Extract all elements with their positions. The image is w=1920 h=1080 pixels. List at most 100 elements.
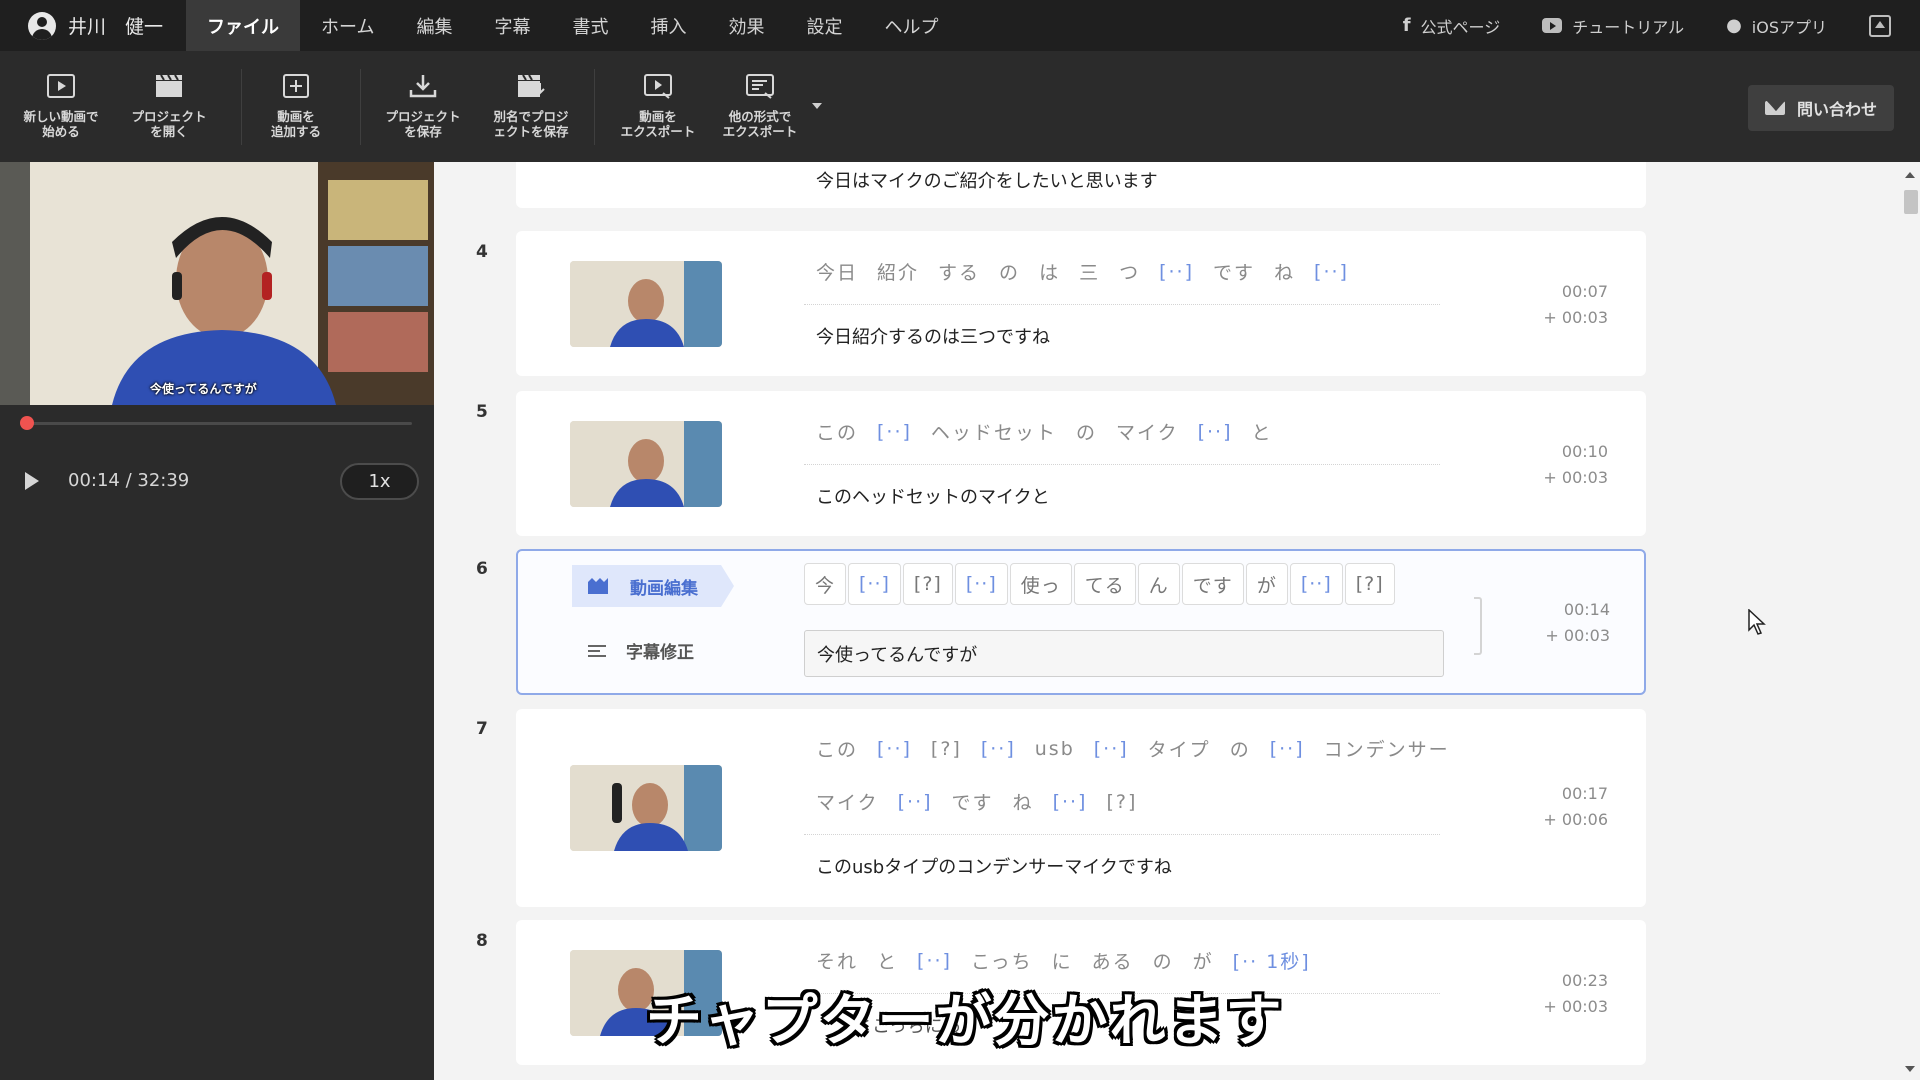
tab-format[interactable]: 書式 — [551, 0, 629, 51]
word-token[interactable]: が — [1193, 947, 1214, 974]
pause-token[interactable]: [··] — [1159, 261, 1194, 283]
word-token[interactable]: ね — [1274, 258, 1295, 285]
word-token[interactable]: に — [1052, 947, 1073, 974]
subtitle-row-selected[interactable]: 動画編集 字幕修正 今 [··] [?] [··] 使っ てる ん です が [… — [516, 549, 1646, 695]
pause-token[interactable]: [··] — [877, 421, 912, 443]
pause-token[interactable]: [··] — [877, 738, 912, 760]
save-project-button[interactable]: プロジェクト を保存 — [368, 73, 478, 139]
word-chip[interactable]: が — [1245, 563, 1288, 605]
scroll-up-arrow-icon[interactable] — [1905, 172, 1915, 178]
subtitle-row[interactable]: この [··] ヘッドセット の マイク [··] と このヘッドセットのマイク… — [516, 391, 1646, 536]
new-video-button[interactable]: 新しい動画で 始める — [6, 73, 116, 139]
subtitle-row[interactable]: 今日はマイクのご紹介をしたいと思います — [516, 162, 1646, 208]
word-token[interactable]: タイプ — [1148, 735, 1211, 762]
word-token[interactable]: です — [952, 788, 994, 815]
export-video-button[interactable]: 動画を エクスポート — [603, 73, 713, 139]
word-token[interactable]: マイク — [816, 788, 879, 815]
tab-settings[interactable]: 設定 — [785, 0, 863, 51]
unknown-chip[interactable]: [?] — [902, 563, 953, 605]
word-token[interactable]: コンデンサー — [1324, 735, 1450, 762]
scroll-down-arrow-icon[interactable] — [1905, 1066, 1915, 1072]
save-as-button[interactable]: 別名でプロジ ェクトを保存 — [476, 73, 586, 139]
word-token[interactable]: ある — [1092, 947, 1134, 974]
video-edit-button[interactable]: 動画編集 — [572, 565, 734, 607]
word-token[interactable]: する — [938, 258, 980, 285]
seek-handle[interactable] — [19, 416, 34, 430]
video-preview[interactable]: 今使ってるんですが — [0, 162, 434, 405]
subtitle-text[interactable]: このヘッドセットのマイクと — [816, 483, 1050, 509]
contact-button[interactable]: 問い合わせ — [1748, 85, 1894, 131]
pause-token[interactable]: [··] — [981, 738, 1016, 760]
word-token[interactable]: は — [1039, 258, 1060, 285]
subtitle-edit-button[interactable]: 字幕修正 — [588, 638, 694, 663]
play-button[interactable] — [25, 472, 39, 490]
row-thumbnail[interactable] — [570, 261, 722, 347]
ios-app-link[interactable]: ● iOSアプリ — [1726, 14, 1827, 38]
word-token[interactable]: の — [1076, 418, 1097, 445]
word-chip[interactable]: ん — [1137, 563, 1180, 605]
subtitle-text[interactable]: 今日紹介するのは三つですね — [816, 323, 1050, 349]
word-token[interactable]: 紹介 — [877, 258, 919, 285]
pause-token[interactable]: [·· 1秒] — [1233, 947, 1311, 974]
word-token[interactable]: と — [877, 947, 898, 974]
export-other-button[interactable]: 他の形式で エクスポート — [705, 73, 815, 139]
pause-chip[interactable]: [··] — [1289, 563, 1343, 605]
word-token[interactable]: の — [999, 258, 1020, 285]
unknown-token[interactable]: [?] — [931, 738, 962, 760]
tab-subtitle[interactable]: 字幕 — [473, 0, 551, 51]
add-video-button[interactable]: 動画を 追加する — [241, 73, 351, 139]
pause-chip[interactable]: [··] — [954, 563, 1008, 605]
subtitle-row[interactable]: この [··] [?] [··] usb [··] タイプ の [··] コンデ… — [516, 709, 1646, 907]
pause-token[interactable]: [··] — [1314, 261, 1349, 283]
pause-token[interactable]: [··] — [917, 950, 952, 972]
tutorial-link[interactable]: チュートリアル — [1542, 14, 1684, 38]
tab-effects[interactable]: 効果 — [707, 0, 785, 51]
word-token[interactable]: それ — [816, 947, 858, 974]
pause-token[interactable]: [··] — [898, 791, 933, 813]
tab-file[interactable]: ファイル — [186, 0, 300, 51]
tab-edit[interactable]: 編集 — [395, 0, 473, 51]
word-token[interactable]: この — [816, 418, 858, 445]
user-account[interactable]: 井川 健一 — [0, 11, 186, 40]
pause-token[interactable]: [··] — [1053, 791, 1088, 813]
subtitle-text[interactable]: このusbタイプのコンデンサーマイクですね — [816, 853, 1172, 879]
playback-speed-button[interactable]: 1x — [340, 463, 419, 500]
pause-token[interactable]: [··] — [1094, 738, 1129, 760]
subtitle-row[interactable]: 今日 紹介 する の は 三 つ [··] です ね [··] 今日紹介するのは… — [516, 231, 1646, 376]
pause-chip[interactable]: [··] — [848, 563, 901, 605]
official-page-link[interactable]: f 公式ページ — [1403, 14, 1501, 38]
word-token[interactable]: です — [1213, 258, 1255, 285]
subtitle-text-input[interactable]: 今使ってるんですが — [804, 630, 1444, 677]
seek-bar[interactable] — [19, 416, 412, 430]
word-chip[interactable]: です — [1181, 563, 1244, 605]
word-token[interactable]: の — [1153, 947, 1174, 974]
word-token[interactable]: usb — [1035, 738, 1075, 760]
word-chip[interactable]: 今 — [804, 563, 847, 605]
word-chip[interactable]: 使っ — [1009, 563, 1072, 605]
tab-home[interactable]: ホーム — [300, 0, 395, 51]
word-token[interactable]: の — [1230, 735, 1251, 762]
open-project-button[interactable]: プロジェクト を開く — [114, 73, 224, 139]
unknown-token[interactable]: [?] — [1106, 791, 1137, 813]
collapse-ribbon-button[interactable] — [1869, 14, 1891, 37]
word-chip[interactable]: てる — [1073, 563, 1136, 605]
word-token[interactable]: 今日 — [816, 258, 858, 285]
word-token[interactable]: と — [1251, 418, 1272, 445]
tab-help[interactable]: ヘルプ — [863, 0, 959, 51]
pause-token[interactable]: [··] — [1198, 421, 1233, 443]
word-token[interactable]: こっち — [971, 947, 1033, 974]
tab-insert[interactable]: 挿入 — [629, 0, 707, 51]
scroll-thumb[interactable] — [1904, 190, 1918, 214]
word-token[interactable]: マイク — [1116, 418, 1179, 445]
more-export-dropdown[interactable] — [812, 103, 822, 109]
row-thumbnail[interactable] — [570, 765, 722, 851]
word-token[interactable]: 三 — [1079, 258, 1100, 285]
word-token[interactable]: ヘッドセット — [931, 418, 1057, 445]
word-token[interactable]: この — [816, 735, 858, 762]
word-token[interactable]: つ — [1119, 258, 1140, 285]
list-scrollbar[interactable] — [1900, 162, 1920, 1080]
unknown-chip[interactable]: [?] — [1344, 563, 1395, 605]
word-token[interactable]: ね — [1013, 788, 1034, 815]
row-thumbnail[interactable] — [570, 421, 722, 507]
pause-token[interactable]: [··] — [1270, 738, 1305, 760]
